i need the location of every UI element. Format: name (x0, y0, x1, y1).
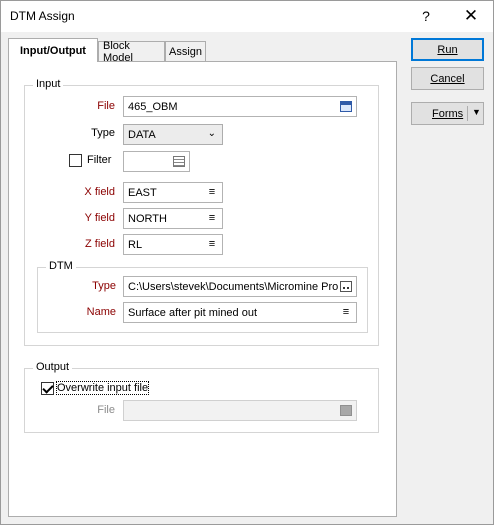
y-field-value: NORTH (128, 212, 167, 225)
tab-block-model[interactable]: Block Model (98, 40, 165, 64)
filter-checkbox[interactable] (69, 154, 82, 167)
close-button[interactable]: ✕ (456, 4, 486, 28)
file-label: File (97, 100, 115, 112)
filter-label: Filter (87, 154, 112, 166)
list-icon[interactable]: ≡ (206, 239, 218, 250)
tab-assign-label: Assign (168, 46, 203, 58)
filter-field[interactable] (123, 151, 190, 172)
list-icon[interactable]: ≡ (206, 187, 218, 198)
overwrite-input-checkbox[interactable] (41, 382, 54, 395)
dtm-name-label: Name (86, 306, 116, 318)
list-icon[interactable]: ≡ (206, 213, 218, 224)
dtm-type-field[interactable]: C:\Users\stevek\Documents\Micromine Pro (123, 276, 357, 297)
overwrite-input-label[interactable]: Overwrite input file (55, 381, 150, 395)
type-select[interactable]: DATA ⌄ (123, 124, 223, 145)
y-field-input[interactable]: NORTH ≡ (123, 208, 223, 229)
run-button[interactable]: Run (411, 38, 484, 61)
tab-panel-input-output: Input File 465_OBM Type DATA ⌄ Filter X … (8, 61, 397, 517)
file-browse-icon (340, 405, 352, 416)
z-field-input[interactable]: RL ≡ (123, 234, 223, 255)
cancel-button[interactable]: Cancel (411, 67, 484, 90)
input-file-value: 465_OBM (128, 100, 178, 113)
dtm-name-field[interactable]: Surface after pit mined out ≡ (123, 302, 357, 323)
dtm-assign-dialog: DTM Assign ? ✕ Input/Output Block Model … (0, 0, 494, 525)
output-group: Output Overwrite input file File (24, 361, 379, 433)
output-file-label: File (97, 404, 115, 416)
input-file-field[interactable]: 465_OBM (123, 96, 357, 117)
dtm-group: DTM Type C:\Users\stevek\Documents\Micro… (37, 260, 368, 333)
forms-divider (467, 106, 468, 121)
x-field-input[interactable]: EAST ≡ (123, 182, 223, 203)
tab-input-output-label: Input/Output (20, 44, 86, 57)
input-group: Input File 465_OBM Type DATA ⌄ Filter X … (24, 78, 379, 346)
z-field-label: Z field (85, 238, 115, 250)
dropdown-arrow-icon[interactable]: ▼ (472, 107, 481, 117)
window-title: DTM Assign (10, 9, 75, 23)
browse-dots-icon[interactable] (340, 281, 352, 292)
forms-button-label: Forms (432, 107, 464, 120)
tab-input-output[interactable]: Input/Output (8, 38, 98, 62)
x-field-label: X field (84, 186, 115, 198)
cancel-button-label: Cancel (430, 72, 465, 85)
dtm-type-value: C:\Users\stevek\Documents\Micromine Pro (128, 280, 339, 293)
file-browse-icon[interactable] (340, 101, 352, 112)
output-file-field (123, 400, 357, 421)
y-field-label: Y field (84, 212, 115, 224)
type-label: Type (91, 127, 115, 139)
help-button[interactable]: ? (411, 4, 441, 28)
chevron-down-icon: ⌄ (207, 128, 216, 139)
list-icon[interactable]: ≡ (340, 307, 352, 318)
dtm-group-label: DTM (46, 260, 76, 272)
filter-table-icon[interactable] (173, 156, 185, 167)
z-field-value: RL (128, 238, 143, 251)
input-group-label: Input (33, 78, 64, 90)
dtm-name-value: Surface after pit mined out (128, 306, 258, 319)
output-group-label: Output (33, 361, 73, 373)
run-button-label: Run (437, 43, 458, 56)
dtm-type-label: Type (92, 280, 116, 292)
x-field-value: EAST (128, 186, 157, 199)
title-bar: DTM Assign ? ✕ (1, 1, 493, 32)
tab-assign[interactable]: Assign (165, 41, 206, 62)
forms-button[interactable]: Forms ▼ (411, 102, 484, 125)
type-select-value: DATA (128, 128, 156, 141)
